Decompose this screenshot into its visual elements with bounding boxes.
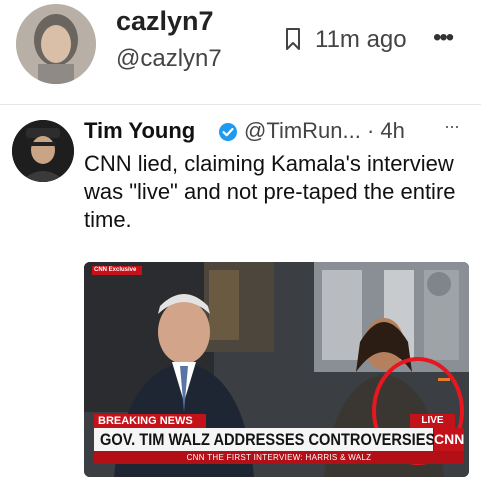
author-name[interactable]: cazlyn7 xyxy=(116,6,214,37)
more-options-icon[interactable]: ••• xyxy=(433,24,454,52)
breaking-news-label: BREAKING NEWS xyxy=(94,414,206,428)
avatar[interactable] xyxy=(16,4,96,84)
embedded-avatar[interactable] xyxy=(12,120,74,182)
embedded-author-handle[interactable]: @TimRun... · 4h xyxy=(244,118,405,144)
cnn-logo-icon: CNN xyxy=(434,428,464,451)
verified-badge-icon xyxy=(219,123,237,141)
news-ticker: CNN THE FIRST INTERVIEW: HARRIS & WALZ xyxy=(94,451,464,464)
post-time: 11m ago xyxy=(315,26,407,53)
bookmark-icon[interactable] xyxy=(284,27,302,51)
divider xyxy=(0,104,481,105)
headline-text: GOV. TIM WALZ ADDRESSES CONTROVERSIES xyxy=(100,430,436,449)
tweet-text: CNN lied, claiming Kamala's interview wa… xyxy=(84,151,456,232)
post-header: cazlyn7 @cazlyn7 11m ago ••• xyxy=(0,0,481,95)
embedded-more-icon[interactable]: ··· xyxy=(444,116,460,137)
embedded-tweet[interactable]: Tim Young @TimRun... · 4h ··· CNN lied, … xyxy=(0,106,481,500)
author-handle[interactable]: @cazlyn7 xyxy=(116,45,222,73)
cnn-exclusive-badge: CNN Exclusive xyxy=(92,266,142,275)
embedded-author-name[interactable]: Tim Young xyxy=(84,118,195,144)
video-thumbnail[interactable]: CNN Exclusive BREAKING NEWS LIVE GOV. TI… xyxy=(84,262,469,477)
live-label: LIVE xyxy=(410,414,455,428)
